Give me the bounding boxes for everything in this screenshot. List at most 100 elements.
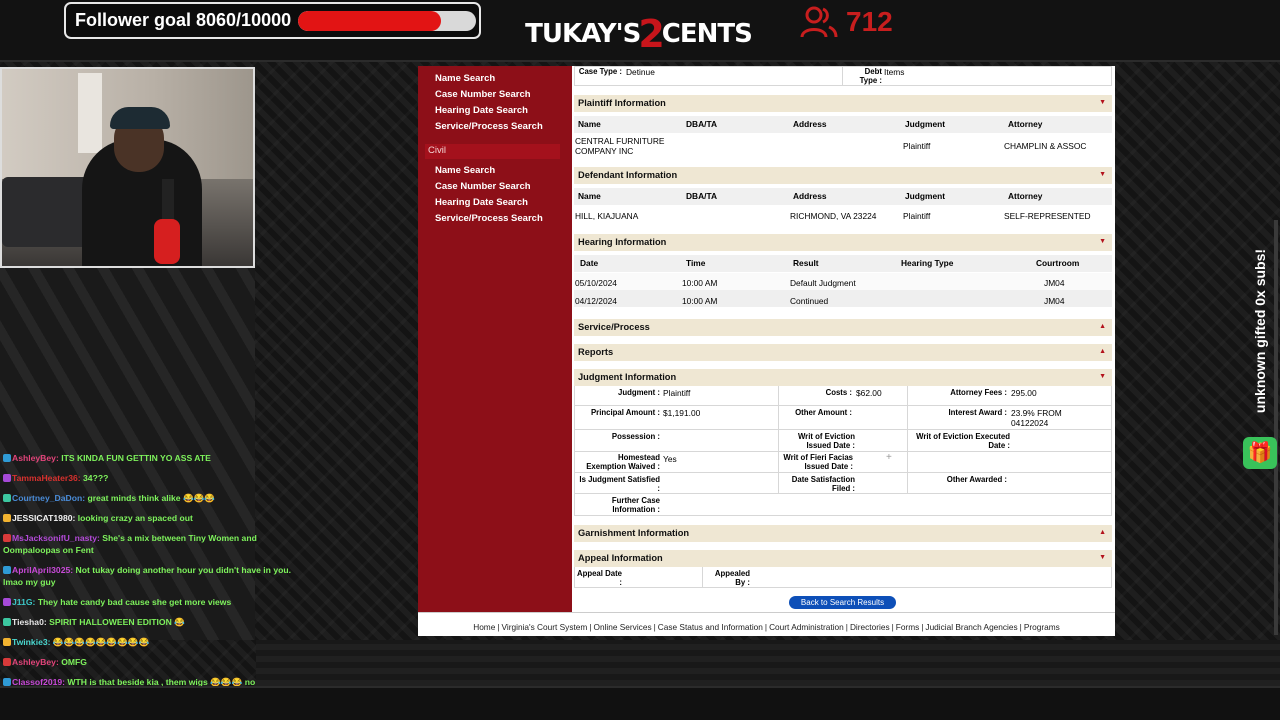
chat-username[interactable]: AprilApril3025: — [12, 565, 76, 575]
follower-goal-bar — [298, 11, 476, 31]
footer-link[interactable]: Home — [473, 622, 495, 632]
judgment-label: Judgment : — [617, 388, 660, 397]
reports-section-header[interactable]: Reports ▲ — [574, 344, 1112, 361]
nav-case-number-search[interactable]: Case Number Search — [435, 89, 531, 100]
back-to-search-results-button[interactable]: Back to Search Results — [789, 596, 896, 609]
defendant-table-header: Name DBA/TA Address Judgment Attorney — [574, 188, 1112, 205]
hearing-title: Hearing Information — [578, 237, 667, 247]
civil-name-search[interactable]: Name Search — [435, 165, 495, 176]
appealed-by-label: Appealed By : — [714, 569, 750, 587]
garnishment-title: Garnishment Information — [578, 528, 690, 538]
nav-hearing-date-search[interactable]: Hearing Date Search — [435, 105, 528, 116]
civil-hearing-date-search[interactable]: Hearing Date Search — [435, 197, 528, 208]
mouse-cursor-icon: + — [886, 452, 892, 463]
defendant-name: HILL, KIAJUANA — [575, 211, 639, 221]
date-satisfaction-label: Date Satisfaction Filed : — [791, 475, 855, 493]
expand-icon: ▲ — [1099, 529, 1106, 536]
chat-username[interactable]: AshleyBey: — [12, 453, 61, 463]
divider — [842, 66, 843, 86]
hearing-date: 05/10/2024 — [575, 278, 617, 288]
col-judgment: Judgment — [905, 119, 946, 129]
chat-text: They hate candy bad cause she get more v… — [37, 597, 232, 607]
chat-username[interactable]: AshleyBey: — [12, 657, 61, 667]
defendant-attorney: SELF-REPRESENTED — [1004, 211, 1091, 221]
hearing-courtroom: JM04 — [1044, 296, 1065, 306]
sidebar-nav: Name Search Case Number Search Hearing D… — [418, 66, 572, 612]
case-content: Case Type : Detinue Debt Type : Items Pl… — [572, 66, 1115, 612]
chat-text: 😂😂😂😂😂😂😂😂😂 — [52, 637, 150, 647]
nav-service-process-search[interactable]: Service/Process Search — [435, 121, 543, 132]
chat-username[interactable]: JESSICAT1980: — [12, 513, 78, 523]
costs-label: Costs : — [825, 388, 852, 397]
judgment-section-header[interactable]: Judgment Information ▼ — [574, 369, 1112, 386]
collapse-icon: ▼ — [1099, 238, 1106, 245]
col-judgment: Judgment — [905, 191, 946, 201]
civil-service-process-search[interactable]: Service/Process Search — [435, 213, 543, 224]
col-date: Date — [580, 258, 599, 268]
footer-separator: | — [589, 622, 592, 632]
divider — [778, 386, 779, 494]
footer-link[interactable]: Virginia's Court System — [502, 622, 588, 632]
col-hearing-type: Hearing Type — [901, 258, 954, 268]
chat-badge-icon — [3, 678, 11, 686]
plaintiff-table-header: Name DBA/TA Address Judgment Attorney — [574, 116, 1112, 133]
footer-link[interactable]: Programs — [1024, 622, 1060, 632]
service-process-title: Service/Process — [578, 322, 650, 332]
collapse-icon: ▼ — [1099, 99, 1106, 106]
hearing-row — [574, 290, 1112, 307]
footer-link[interactable]: Judicial Branch Agencies — [925, 622, 1017, 632]
debt-type-label: Debt Type : — [859, 67, 882, 85]
site-footer: Home | Virginia's Court System | Online Serv… — [418, 612, 1115, 636]
chat-badge-icon — [3, 494, 11, 502]
chat-username[interactable]: Courtney_DaDon: — [12, 493, 87, 503]
chat-username[interactable]: Twinkie3: — [12, 637, 53, 647]
chat-message: TammaHeater36: 34??? — [3, 472, 299, 484]
divider — [702, 567, 703, 588]
hearing-section-header[interactable]: Hearing Information ▼ — [574, 234, 1112, 251]
footer-separator: | — [653, 622, 656, 632]
col-address: Address — [793, 119, 827, 129]
col-courtroom: Courtroom — [1036, 258, 1080, 268]
plaintiff-section-header[interactable]: Plaintiff Information ▼ — [574, 95, 1112, 112]
chat-message: JESSICAT1980: looking crazy an spaced ou… — [3, 512, 299, 524]
chat-username[interactable]: TammaHeater36: — [12, 473, 83, 483]
footer-link[interactable]: Case Status and Information — [658, 622, 763, 632]
service-process-section-header[interactable]: Service/Process ▲ — [574, 319, 1112, 336]
civil-case-number-search[interactable]: Case Number Search — [435, 181, 531, 192]
chat-message: Courtney_DaDon: great minds think alike … — [3, 492, 299, 504]
expand-icon: ▲ — [1099, 348, 1106, 355]
hearing-result: Continued — [790, 296, 829, 306]
footer-link[interactable]: Online Services — [593, 622, 651, 632]
footer-link[interactable]: Directories — [850, 622, 890, 632]
bottom-overlay — [256, 640, 1280, 686]
viewer-count-number: 712 — [846, 6, 893, 37]
appeal-section-header[interactable]: Appeal Information ▼ — [574, 550, 1112, 567]
col-name: Name — [578, 119, 601, 129]
chat-username[interactable]: J11G: — [12, 597, 38, 607]
chat-username[interactable]: MsJacksonifU_nasty: — [12, 533, 102, 543]
court-case-page: Name Search Case Number Search Hearing D… — [418, 66, 1115, 636]
interest-award-label: Interest Award : — [948, 408, 1008, 417]
costs-value: $62.00 — [856, 388, 882, 398]
follower-goal-fill — [298, 11, 442, 31]
footer-separator: | — [921, 622, 924, 632]
interest-award-value: 23.9% FROM 04122024 — [1011, 408, 1062, 428]
viewers-icon — [800, 6, 838, 38]
writ-eviction-executed-label: Writ of Eviction Executed Date : — [916, 432, 1010, 450]
chat-username[interactable]: Tiesha0: — [12, 617, 49, 627]
hearing-result: Default Judgment — [790, 278, 856, 288]
chat-badge-icon — [3, 514, 11, 522]
gift-icon: 🎁 — [1243, 437, 1277, 469]
footer-separator: | — [891, 622, 894, 632]
webcam-door — [78, 73, 102, 153]
footer-link[interactable]: Forms — [896, 622, 920, 632]
garnishment-section-header[interactable]: Garnishment Information ▲ — [574, 525, 1112, 542]
nav-name-search[interactable]: Name Search — [435, 73, 495, 84]
footer-link[interactable]: Court Administration — [769, 622, 844, 632]
case-type-value: Detinue — [626, 67, 655, 77]
defendant-section-header[interactable]: Defendant Information ▼ — [574, 167, 1112, 184]
chat-message: MsJacksonifU_nasty: She's a mix between … — [3, 532, 299, 556]
footer-separator: | — [1019, 622, 1022, 632]
col-dba: DBA/TA — [686, 191, 718, 201]
webcam-streamer-cap — [110, 107, 170, 129]
